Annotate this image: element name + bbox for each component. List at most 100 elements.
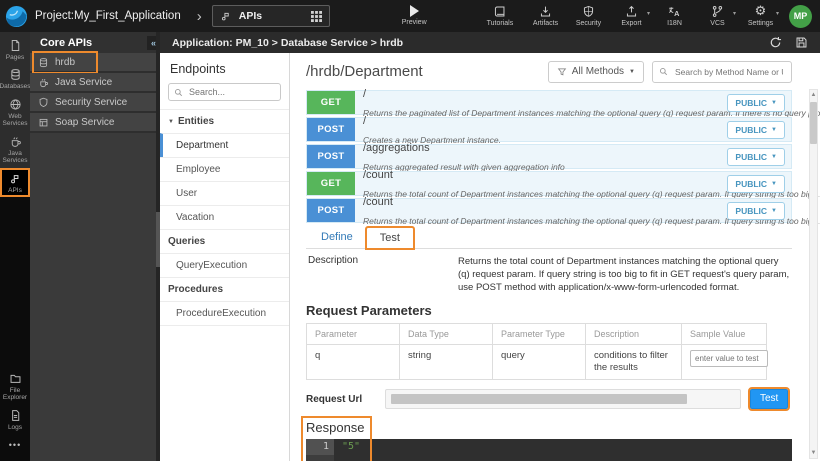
api-detail-panel: /hrdb/Department All Methods ▼	[290, 53, 820, 461]
export-icon	[625, 5, 638, 18]
page-icon	[9, 39, 22, 52]
method-path: /aggregations	[363, 142, 430, 154]
sidebar-item-apis[interactable]: APIs	[0, 168, 30, 197]
caret-down-icon: ▼	[771, 181, 777, 187]
triangle-expand-icon: ▼	[168, 119, 174, 125]
method-path: /count	[363, 196, 393, 208]
method-search[interactable]	[652, 61, 792, 83]
visibility-dropdown[interactable]: PUBLIC▼	[727, 148, 785, 166]
more-options-icon[interactable]: •••	[0, 434, 30, 456]
method-search-input[interactable]	[673, 66, 785, 78]
artifacts-button[interactable]: Artifacts	[524, 5, 567, 27]
preview-button[interactable]: Preview	[402, 5, 427, 27]
coffee-cup-icon	[9, 135, 22, 148]
tutorials-button[interactable]: Tutorials	[487, 5, 514, 27]
column-header: Sample Value	[682, 324, 767, 345]
response-heading: Response	[306, 420, 792, 435]
visibility-dropdown[interactable]: PUBLIC▼	[727, 94, 785, 112]
sidebar-item-logs[interactable]: Logs	[0, 405, 30, 434]
core-apis-panel: Core APIs « hrdb Java Service Security S…	[30, 32, 160, 461]
endpoint-item-user[interactable]: User	[160, 181, 289, 205]
project-name[interactable]: Project:My_First_Application	[35, 10, 181, 22]
request-url-field[interactable]	[385, 389, 741, 409]
save-icon[interactable]	[795, 36, 808, 49]
caret-down-icon: ▼	[771, 100, 777, 106]
endpoint-item-employee[interactable]: Employee	[160, 157, 289, 181]
page-title: /hrdb/Department	[306, 63, 423, 80]
i18n-language-icon: A	[668, 5, 681, 18]
line-number: 1	[306, 439, 334, 455]
chevron-down-icon: ▾	[776, 10, 779, 17]
book-icon	[493, 5, 506, 18]
visibility-dropdown[interactable]: PUBLIC▼	[727, 175, 785, 193]
endpoints-search-input[interactable]	[187, 86, 275, 98]
grid-icon	[311, 11, 322, 22]
breadcrumb: Application: PM_10 > Database Service > …	[172, 37, 403, 49]
wavemaker-studio: Project:My_First_Application › APIs Prev…	[0, 0, 820, 461]
endpoint-item-procedureexecution[interactable]: ProcedureExecution	[160, 301, 289, 326]
response-code-editor[interactable]: 1 "5"	[306, 439, 792, 461]
method-list: GET /Returns the paginated list of Depar…	[306, 90, 792, 223]
log-file-icon	[9, 409, 22, 422]
refresh-icon[interactable]	[769, 36, 782, 49]
workspace-selector[interactable]: APIs	[212, 5, 330, 27]
endpoint-item-vacation[interactable]: Vacation	[160, 205, 289, 229]
left-nav-rail: Pages Databases Web Services Java Servic…	[0, 32, 30, 461]
tab-test[interactable]: Test	[366, 227, 414, 249]
scrollbar-thumb[interactable]	[810, 102, 817, 144]
method-row[interactable]: POST /countReturns the total count of De…	[306, 198, 792, 223]
column-header: Parameter Type	[493, 324, 586, 345]
table-row: q string query conditions to filter the …	[307, 345, 767, 380]
sidebar-item-pages[interactable]: Pages	[0, 35, 30, 64]
endpoint-item-queryexecution[interactable]: QueryExecution	[160, 253, 289, 277]
sidebar-item-web-services[interactable]: Web Services	[0, 94, 30, 131]
core-api-item-java-service[interactable]: Java Service	[30, 73, 160, 93]
soap-box-icon	[38, 117, 49, 128]
scroll-down-icon[interactable]: ▼	[811, 448, 817, 458]
response-section: Response 1 "5"	[306, 420, 792, 461]
endpoints-search[interactable]	[168, 83, 281, 101]
core-api-item-security-service[interactable]: Security Service	[30, 93, 160, 113]
column-header: Parameter	[307, 324, 400, 345]
sidebar-item-java-services[interactable]: Java Services	[0, 131, 30, 168]
search-icon	[659, 67, 668, 76]
core-api-item-soap-service[interactable]: Soap Service	[30, 113, 160, 133]
sidebar-item-file-explorer[interactable]: File Explorer	[0, 368, 30, 405]
settings-button[interactable]: ⚙ ▾ Settings	[739, 5, 782, 27]
core-apis-scrollbar[interactable]	[156, 32, 160, 461]
core-api-item-hrdb[interactable]: hrdb	[30, 53, 160, 73]
procedures-group-header[interactable]: Procedures	[160, 277, 289, 301]
topbar-center: Preview Tutorials	[402, 5, 514, 27]
caret-down-icon: ▼	[771, 208, 777, 214]
all-methods-dropdown[interactable]: All Methods ▼	[548, 61, 644, 83]
endpoints-title: Endpoints	[160, 57, 289, 83]
security-button[interactable]: Security	[567, 5, 610, 27]
sample-value-input[interactable]	[690, 350, 768, 367]
visibility-dropdown[interactable]: PUBLIC▼	[727, 121, 785, 139]
visibility-dropdown[interactable]: PUBLIC▼	[727, 202, 785, 220]
wavemaker-logo-icon[interactable]	[5, 5, 28, 28]
i18n-button[interactable]: A I18N	[653, 5, 696, 27]
description-text: Returns the total count of Department in…	[458, 255, 790, 294]
database-icon	[38, 57, 49, 68]
user-avatar[interactable]: MP	[789, 5, 812, 28]
chevron-down-icon: ▾	[733, 10, 736, 17]
line-number-gutter: 1	[306, 439, 334, 461]
scroll-up-icon[interactable]: ▲	[811, 90, 817, 100]
test-button[interactable]: Test	[750, 389, 788, 409]
artifacts-download-icon	[539, 5, 552, 18]
sidebar-item-databases[interactable]: Databases	[0, 64, 30, 93]
folder-icon	[9, 372, 22, 385]
request-parameters-heading: Request Parameters	[306, 303, 804, 318]
api-node-icon	[9, 172, 22, 185]
endpoint-item-department[interactable]: Department	[160, 133, 289, 157]
tab-define[interactable]: Define	[308, 227, 366, 248]
method-verb-badge: POST	[307, 118, 355, 141]
content-scrollbar[interactable]: ▲ ▼	[809, 89, 818, 459]
export-button[interactable]: ▾ Export	[610, 5, 653, 27]
scrollbar-thumb[interactable]	[156, 212, 160, 267]
queries-group-header[interactable]: Queries	[160, 229, 289, 253]
entities-group-header[interactable]: ▼ Entities	[160, 109, 289, 133]
breadcrumb-bar: Application: PM_10 > Database Service > …	[160, 32, 820, 53]
vcs-button[interactable]: ▾ VCS	[696, 5, 739, 27]
